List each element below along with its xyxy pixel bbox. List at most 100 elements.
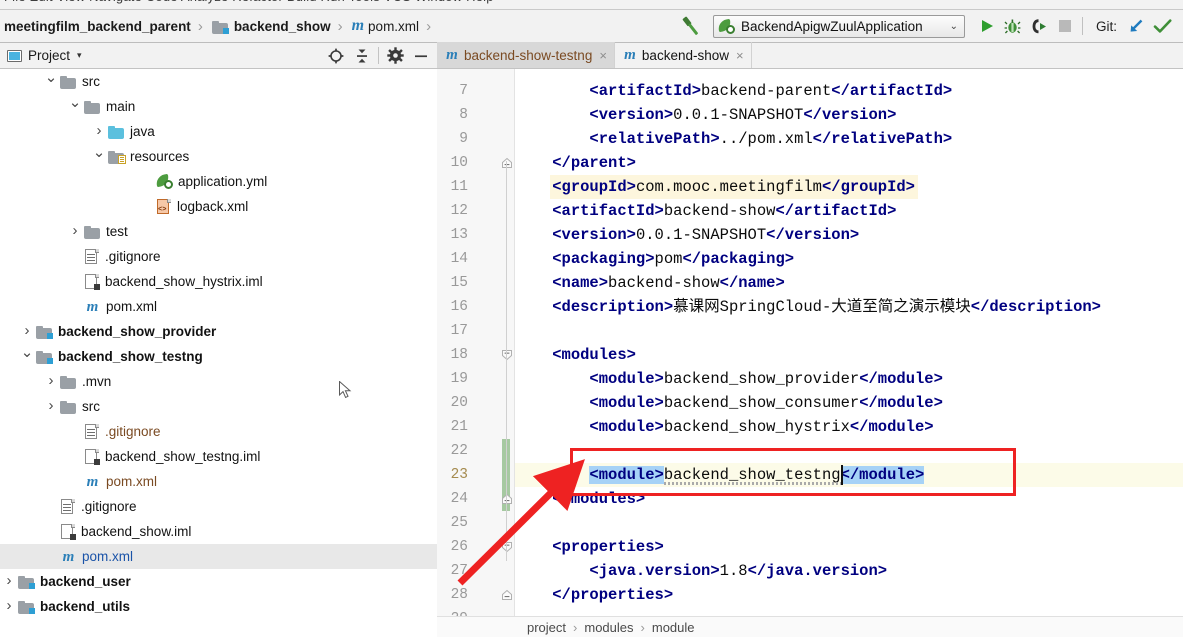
hide-panel-button[interactable] (408, 43, 434, 69)
stop-button[interactable] (1052, 13, 1078, 39)
tree-item-label: backend_show_testng (58, 349, 203, 364)
tree-item[interactable]: › src (0, 394, 437, 419)
chevron-down-icon: ⌄ (949, 20, 958, 32)
git-commit-button[interactable] (1149, 13, 1175, 39)
project-tree[interactable]: ⌄ src ⌄ main › java ⌄ resources application.yml <… (0, 69, 437, 637)
tree-item[interactable]: ⌄ main (0, 94, 437, 119)
build-project-button[interactable] (677, 13, 703, 39)
select-opened-file-button[interactable] (323, 43, 349, 69)
chevron-right-icon[interactable]: › (0, 597, 18, 614)
chevron-down-icon[interactable]: ⌄ (90, 145, 108, 164)
chevron-down-icon[interactable]: ⌄ (42, 70, 60, 89)
editor-breadcrumb-item[interactable]: module (652, 620, 695, 635)
code-fold-marker[interactable] (501, 349, 513, 361)
tree-item[interactable]: ⌄ src (0, 69, 437, 94)
xml-tag: </parent> (552, 154, 636, 172)
editor-tab[interactable]: m backend-show × (615, 42, 752, 68)
close-icon[interactable]: × (736, 48, 744, 63)
tree-item[interactable]: › .mvn (0, 369, 437, 394)
run-with-coverage-button[interactable] (1026, 13, 1052, 39)
editor-breadcrumb-item[interactable]: modules (584, 620, 633, 635)
tree-item[interactable]: backend_show_hystrix.iml (0, 269, 437, 294)
chevron-right-icon[interactable]: › (90, 123, 108, 139)
code-line[interactable]: <module>backend_show_hystrix</module> (515, 415, 933, 439)
collapse-all-button[interactable] (349, 43, 375, 69)
code-line[interactable]: <module>backend_show_consumer</module> (515, 391, 943, 415)
chevron-right-icon[interactable]: › (42, 398, 60, 414)
tree-item[interactable]: ⌄ backend_show_testng (0, 344, 437, 369)
editor-tab[interactable]: m backend-show-testng × (437, 42, 615, 68)
xml-tag: </modules> (552, 490, 646, 508)
tree-item[interactable]: m pom.xml (0, 469, 437, 494)
tree-item[interactable]: .gitignore (0, 494, 437, 519)
code-line[interactable]: <name>backend-show</name> (515, 271, 785, 295)
code-fold-marker[interactable] (501, 589, 513, 601)
twisty-glyph: › (6, 597, 12, 614)
code-line[interactable]: <java.version>1.8</java.version> (515, 559, 887, 583)
chevron-right-icon[interactable]: › (42, 373, 60, 389)
code-fold-marker[interactable] (501, 541, 513, 553)
xml-tag: </module> (859, 394, 943, 412)
maven-m-icon: m (351, 17, 365, 34)
settings-button[interactable] (382, 43, 408, 69)
editor-gutter[interactable]: 7 8 9 10 11 12 13 14 15 16 17 18 19 20 21 22 23 24 25 26 27 2… (437, 69, 515, 616)
breadcrumb-module[interactable]: backend_show (208, 10, 333, 42)
editor-breadcrumb-item[interactable]: project (527, 620, 566, 635)
tree-item[interactable]: › backend_utils (0, 594, 437, 619)
code-line[interactable]: <module>backend_show_provider</module> (515, 367, 942, 391)
tree-item[interactable]: m pom.xml (0, 544, 437, 569)
code-line[interactable]: <description>慕课网SpringCloud-大道至简之演示模块</d… (515, 295, 1101, 319)
breadcrumb-project[interactable]: meetingfilm_backend_parent (0, 10, 193, 42)
code-line[interactable]: <packaging>pom</packaging> (515, 247, 794, 271)
tree-item[interactable]: backend_show_testng.iml (0, 444, 437, 469)
tree-item[interactable]: <> logback.xml (0, 194, 437, 219)
debug-button[interactable] (1000, 13, 1026, 39)
chevron-down-icon[interactable]: ▾ (77, 50, 82, 61)
code-line[interactable]: </parent> (515, 151, 636, 175)
tree-item[interactable]: .gitignore (0, 244, 437, 269)
chevron-right-icon[interactable]: › (66, 222, 84, 239)
code-line[interactable]: <groupId>com.mooc.meetingfilm</groupId> (515, 175, 915, 199)
code-line[interactable]: <properties> (515, 535, 664, 559)
code-line[interactable]: </modules> (515, 487, 645, 511)
tree-item[interactable]: › backend_user (0, 569, 437, 594)
chevron-right-icon[interactable]: › (18, 323, 36, 339)
editor-tab-label: backend-show-testng (464, 47, 593, 63)
code-line[interactable]: <artifactId>backend-show</artifactId> (515, 199, 896, 223)
tree-item[interactable]: application.yml (0, 169, 437, 194)
tree-item-label: java (130, 124, 155, 139)
main-menu-bar[interactable]: File Edit View Navigate Code Analyze Ref… (0, 0, 1183, 10)
breadcrumb-file[interactable]: m pom.xml (348, 10, 421, 42)
chevron-down-icon[interactable]: ⌄ (18, 345, 36, 364)
tree-item-label: .mvn (82, 374, 112, 389)
run-button[interactable] (974, 13, 1000, 39)
tree-item[interactable]: › backend_show_provider (0, 319, 437, 344)
twisty-glyph: › (72, 222, 78, 239)
run-configuration-selector[interactable]: BackendApigwZuulApplication ⌄ (712, 14, 965, 38)
tree-item[interactable]: backend_show.iml (0, 519, 437, 544)
code-line[interactable]: <modules> (515, 343, 636, 367)
close-icon[interactable]: × (599, 48, 607, 63)
maven-m-icon: m (86, 298, 99, 315)
tree-item-label: .gitignore (105, 249, 161, 264)
git-update-button[interactable] (1123, 13, 1149, 39)
tree-item-label: backend_user (40, 574, 131, 589)
tree-item[interactable]: › java (0, 119, 437, 144)
code-line[interactable]: <relativePath>../pom.xml</relativePath> (515, 127, 952, 151)
tree-item[interactable]: m pom.xml (0, 294, 437, 319)
code-line[interactable]: <version>0.0.1-SNAPSHOT</version> (515, 103, 896, 127)
tree-item[interactable]: ⌄ resources (0, 144, 437, 169)
code-line[interactable]: <version>0.0.1-SNAPSHOT</version> (515, 223, 859, 247)
code-line[interactable]: </properties> (515, 583, 673, 607)
xml-tag: </description> (970, 298, 1101, 316)
code-fold-marker[interactable] (501, 493, 513, 505)
editor-breadcrumb[interactable]: project › modules › module (437, 616, 1183, 637)
chevron-down-icon[interactable]: ⌄ (66, 95, 84, 114)
tree-item[interactable]: › test (0, 219, 437, 244)
chevron-right-icon[interactable]: › (0, 573, 18, 589)
tree-item[interactable]: .gitignore (0, 419, 437, 444)
code-editor[interactable]: 7 8 9 10 11 12 13 14 15 16 17 18 19 20 21 22 23 24 25 26 27 2… (437, 69, 1183, 616)
code-line[interactable]: <artifactId>backend-parent</artifactId> (515, 79, 952, 103)
line-number: 21 (450, 419, 468, 435)
code-fold-marker[interactable] (501, 157, 513, 169)
